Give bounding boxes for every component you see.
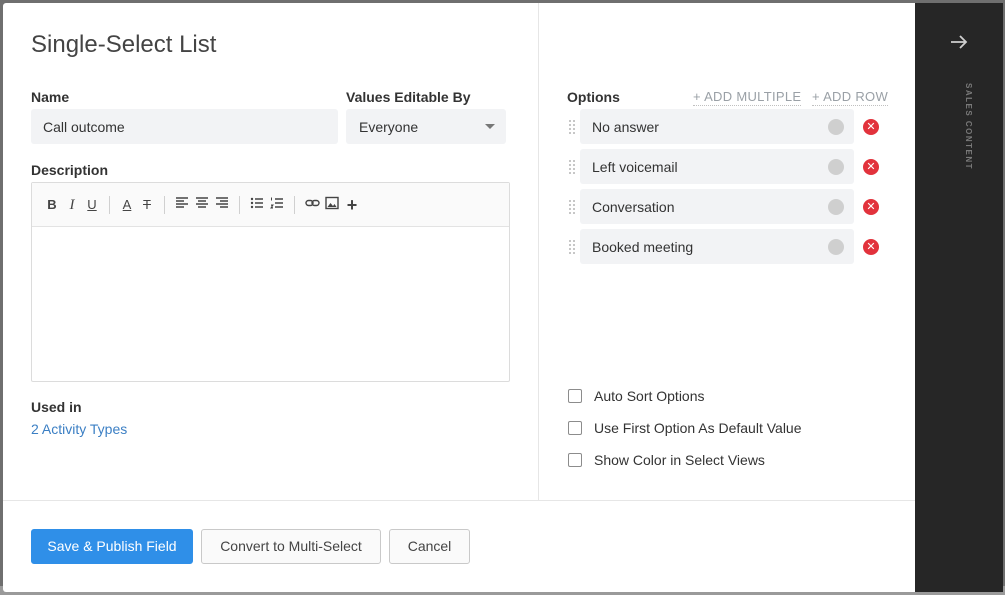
option-label: Conversation: [592, 199, 675, 215]
editable-by-value: Everyone: [359, 119, 419, 135]
auto-sort-checkbox[interactable]: [568, 389, 582, 403]
option-input[interactable]: No answer: [580, 109, 854, 144]
activity-types-link[interactable]: 2 Activity Types: [31, 421, 127, 437]
editor-toolbar: B I U A T +: [32, 183, 509, 227]
cancel-button[interactable]: Cancel: [389, 529, 470, 564]
align-left-icon[interactable]: [174, 196, 190, 214]
convert-multi-select-button[interactable]: Convert to Multi-Select: [201, 529, 381, 564]
remove-option-icon[interactable]: ✕: [863, 119, 879, 135]
toolbar-separator: [109, 196, 110, 214]
options-label: Options: [567, 89, 620, 105]
drag-handle-icon[interactable]: [569, 200, 575, 214]
show-color-label: Show Color in Select Views: [594, 452, 765, 468]
option-row: Conversation ✕: [565, 189, 885, 224]
italic-icon[interactable]: I: [64, 196, 80, 214]
arrow-right-icon[interactable]: [948, 31, 970, 53]
column-divider: [538, 3, 539, 500]
plus-icon[interactable]: +: [344, 196, 360, 214]
first-default-label: Use First Option As Default Value: [594, 420, 802, 436]
text-color-icon[interactable]: A: [119, 196, 135, 214]
drag-handle-icon[interactable]: [569, 160, 575, 174]
option-row: Left voicemail ✕: [565, 149, 885, 184]
caret-down-icon: [485, 124, 495, 129]
align-right-icon[interactable]: [214, 196, 230, 214]
add-multiple-button[interactable]: + ADD MULTIPLE: [693, 89, 802, 106]
bullet-list-icon[interactable]: [249, 196, 265, 214]
bold-icon[interactable]: B: [44, 196, 60, 214]
editable-by-label: Values Editable By: [346, 89, 471, 105]
toolbar-separator: [294, 196, 295, 214]
option-label: Booked meeting: [592, 239, 694, 255]
color-picker-icon[interactable]: [828, 199, 844, 215]
description-editor: B I U A T +: [31, 182, 510, 382]
sales-content-tab[interactable]: SALES CONTENT: [945, 83, 973, 183]
option-label: No answer: [592, 119, 659, 135]
underline-icon[interactable]: U: [84, 196, 100, 214]
description-content[interactable]: [32, 227, 509, 382]
clear-format-icon[interactable]: T: [139, 196, 155, 214]
drag-handle-icon[interactable]: [569, 240, 575, 254]
auto-sort-label: Auto Sort Options: [594, 388, 705, 404]
option-row: Booked meeting ✕: [565, 229, 885, 264]
remove-option-icon[interactable]: ✕: [863, 239, 879, 255]
color-picker-icon[interactable]: [828, 239, 844, 255]
dialog-title: Single-Select List: [31, 31, 217, 58]
option-input[interactable]: Left voicemail: [580, 149, 854, 184]
name-label: Name: [31, 89, 70, 105]
option-label: Left voicemail: [592, 159, 678, 175]
color-picker-icon[interactable]: [828, 159, 844, 175]
first-default-checkbox[interactable]: [568, 421, 582, 435]
color-picker-icon[interactable]: [828, 119, 844, 135]
save-publish-button[interactable]: Save & Publish Field: [31, 529, 193, 564]
description-label: Description: [31, 162, 109, 178]
remove-option-icon[interactable]: ✕: [863, 199, 879, 215]
show-color-checkbox[interactable]: [568, 453, 582, 467]
add-row-button[interactable]: + ADD ROW: [812, 89, 889, 106]
toolbar-separator: [164, 196, 165, 214]
editable-by-select[interactable]: Everyone: [346, 109, 506, 144]
option-row: No answer ✕: [565, 109, 885, 144]
name-input[interactable]: [31, 109, 338, 144]
footer-divider: [3, 500, 915, 501]
align-center-icon[interactable]: [194, 196, 210, 214]
drag-handle-icon[interactable]: [569, 120, 575, 134]
link-icon[interactable]: [304, 196, 320, 214]
option-input[interactable]: Conversation: [580, 189, 854, 224]
side-rail: SALES CONTENT: [915, 3, 1003, 592]
edit-field-dialog: Single-Select List Name Values Editable …: [3, 3, 915, 592]
remove-option-icon[interactable]: ✕: [863, 159, 879, 175]
used-in-label: Used in: [31, 399, 82, 415]
image-icon[interactable]: [324, 196, 340, 214]
toolbar-separator: [239, 196, 240, 214]
numbered-list-icon[interactable]: [269, 196, 285, 214]
option-input[interactable]: Booked meeting: [580, 229, 854, 264]
